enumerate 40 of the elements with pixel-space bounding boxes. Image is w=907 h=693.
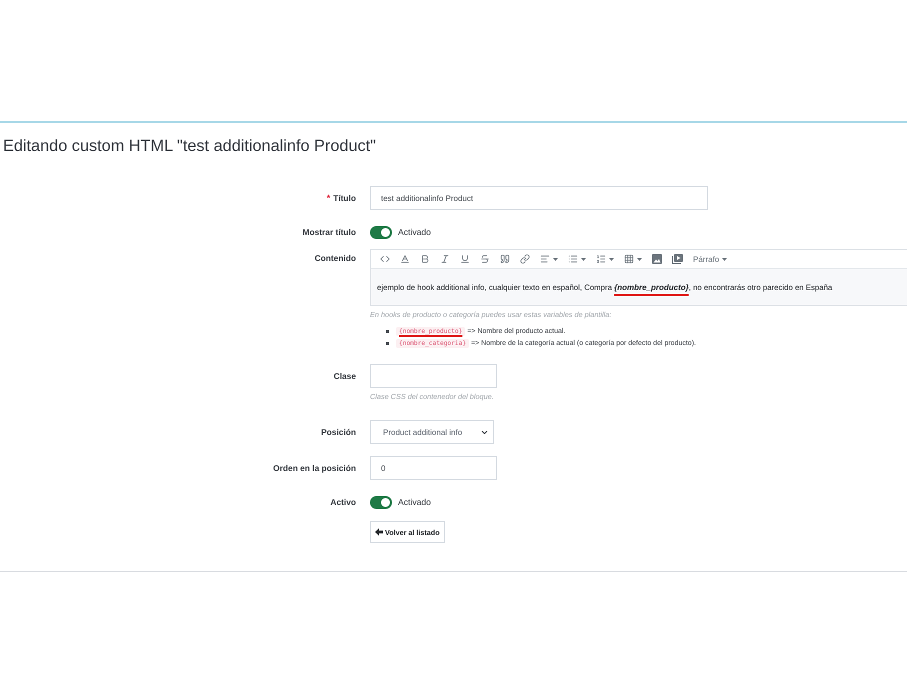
switch-state-label: Activado (398, 227, 431, 237)
position-select[interactable]: Product additional info (370, 420, 494, 444)
text-input[interactable]: 0 (370, 456, 497, 480)
text-color-icon (400, 254, 410, 264)
switch-state-label: Activado (398, 497, 431, 507)
caret-icon (553, 258, 558, 260)
strikethrough-icon (480, 254, 490, 264)
link-icon (520, 254, 530, 264)
required-mark: * (326, 193, 330, 203)
field-label: Contenido (314, 253, 356, 263)
caret-icon (581, 258, 586, 260)
bullet-list-icon (568, 254, 578, 264)
page-title: Editando custom HTML "test additionalinfo Product" (3, 136, 377, 156)
field-label: Posición (321, 427, 356, 437)
field-label: Mostrar título (302, 227, 356, 237)
image-icon (652, 254, 662, 264)
text-input[interactable] (370, 364, 497, 388)
toggle-switch[interactable] (370, 226, 392, 238)
paragraph-format-dropdown[interactable]: Párrafo (689, 251, 732, 267)
field-label: Orden en la posición (273, 463, 356, 473)
toggle-switch[interactable] (370, 496, 392, 508)
caret-icon (722, 258, 728, 260)
bullet-icon (386, 330, 389, 332)
italic-icon (440, 254, 450, 264)
code-icon (380, 254, 390, 264)
text-input[interactable]: test additionalinfo Product (370, 186, 708, 210)
underline-icon (460, 254, 470, 264)
field-label: Activo (330, 497, 356, 507)
bold-icon (420, 254, 430, 264)
video-icon (672, 254, 683, 264)
table-icon (624, 254, 634, 264)
caret-icon (609, 258, 614, 260)
bullet-icon (386, 342, 389, 344)
caret-icon (637, 258, 642, 260)
field-label: Título (333, 193, 356, 203)
align-left-icon (540, 254, 550, 264)
arrow-left-icon (375, 528, 383, 536)
numbered-list-icon (596, 254, 606, 264)
field-label: Clase (334, 371, 356, 381)
quote-icon (500, 254, 510, 264)
